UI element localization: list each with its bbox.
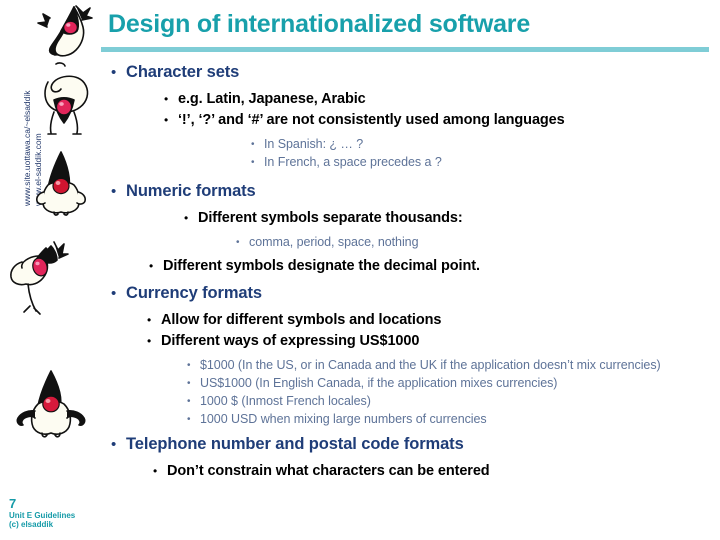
outline-item-level3: • In French, a space precedes a ? — [251, 154, 713, 171]
bullet-glyph: • — [187, 360, 191, 371]
slide-sidebar: www.site.uottawa.ca/~elsaddik www.el-sad… — [0, 0, 100, 540]
outline-item-level2: • Different ways of expressing US$1000 — [147, 332, 713, 351]
outline-item-level3: • comma, period, space, nothing — [236, 234, 713, 251]
outline-text: Character sets — [126, 63, 240, 81]
java-duke-mascot-2 — [34, 62, 96, 138]
slide-body: • Character sets • e.g. Latin, Japanese,… — [101, 60, 713, 482]
title-divider — [101, 47, 709, 52]
slide-footer: 7 Unit E Guidelines (c) elsaddik — [9, 495, 75, 530]
outline-item-level2: • Allow for different symbols and locati… — [147, 311, 713, 330]
outline-text: Different symbols separate thousands: — [198, 210, 463, 226]
bullet-glyph: • — [153, 464, 158, 478]
outline-text: US$1000 (In English Canada, if the appli… — [200, 376, 558, 390]
footer-copyright: (c) elsaddik — [9, 520, 54, 530]
outline-text: e.g. Latin, Japanese, Arabic — [178, 91, 366, 107]
outline-text: 1000 USD when mixing large numbers of cu… — [200, 412, 487, 426]
page-number: 7 — [9, 495, 17, 511]
outline-item-level2: • e.g. Latin, Japanese, Arabic — [164, 90, 713, 109]
outline-item-level3: • In Spanish: ¿ … ? — [251, 136, 713, 153]
outline-item-level1: • Character sets — [111, 62, 713, 83]
bullet-glyph: • — [184, 211, 189, 225]
bullet-glyph: • — [187, 378, 191, 389]
outline-text: Telephone number and postal code formats — [126, 435, 464, 453]
bullet-glyph: • — [187, 414, 191, 425]
outline-text: Different ways of expressing US$1000 — [161, 333, 420, 349]
outline-item-level1: • Currency formats — [111, 283, 713, 304]
outline-text: In French, a space precedes a ? — [264, 155, 442, 169]
outline-item-level1: • Telephone number and postal code forma… — [111, 434, 713, 455]
outline-text: ‘!’, ‘?’ and ‘#’ are not consistently us… — [178, 112, 565, 128]
outline-item-level3: • $1000 (In the US, or in Canada and the… — [187, 357, 713, 374]
outline-item-level3: • 1000 $ (Inmost French locales) — [187, 393, 713, 410]
outline-item-level1: • Numeric formats — [111, 181, 713, 202]
slide-canvas: www.site.uottawa.ca/~elsaddik www.el-sad… — [0, 0, 720, 540]
outline-text: Currency formats — [126, 284, 262, 302]
outline-text: 1000 $ (Inmost French locales) — [200, 394, 371, 408]
outline-text: Different symbols designate the decimal … — [163, 258, 480, 274]
bullet-glyph: • — [111, 285, 117, 302]
outline-text: Allow for different symbols and location… — [161, 312, 442, 328]
bullet-glyph: • — [111, 183, 117, 200]
outline-text: $1000 (In the US, or in Canada and the U… — [200, 358, 661, 372]
outline-text: comma, period, space, nothing — [249, 235, 419, 249]
bullet-glyph: • — [111, 436, 117, 453]
bullet-glyph: • — [147, 334, 152, 348]
java-duke-mascot-5 — [14, 368, 88, 440]
outline-item-level3: • US$1000 (In English Canada, if the app… — [187, 375, 713, 392]
java-duke-mascot-1 — [30, 2, 96, 60]
outline-item-level2: • Different symbols designate the decima… — [149, 257, 713, 276]
bullet-glyph: • — [187, 396, 191, 407]
bullet-glyph: • — [236, 237, 240, 248]
outline-item-level3: • 1000 USD when mixing large numbers of … — [187, 411, 713, 428]
outline-text: Don’t constrain what characters can be e… — [167, 463, 490, 479]
outline-item-level2: • Different symbols separate thousands: — [184, 209, 713, 228]
bullet-glyph: • — [251, 139, 255, 150]
outline-item-level2: • ‘!’, ‘?’ and ‘#’ are not consistently … — [164, 111, 713, 130]
bullet-glyph: • — [111, 64, 117, 81]
bullet-glyph: • — [164, 113, 169, 127]
outline-item-level2: • Don’t constrain what characters can be… — [153, 462, 713, 481]
bullet-glyph: • — [147, 313, 152, 327]
java-duke-mascot-3 — [30, 150, 92, 216]
java-duke-mascot-4 — [6, 236, 78, 318]
slide-title: Design of internationalized software — [108, 10, 531, 38]
bullet-glyph: • — [164, 92, 169, 106]
outline-text: In Spanish: ¿ … ? — [264, 137, 364, 151]
bullet-glyph: • — [149, 259, 154, 273]
outline-text: Numeric formats — [126, 182, 256, 200]
bullet-glyph: • — [251, 157, 255, 168]
